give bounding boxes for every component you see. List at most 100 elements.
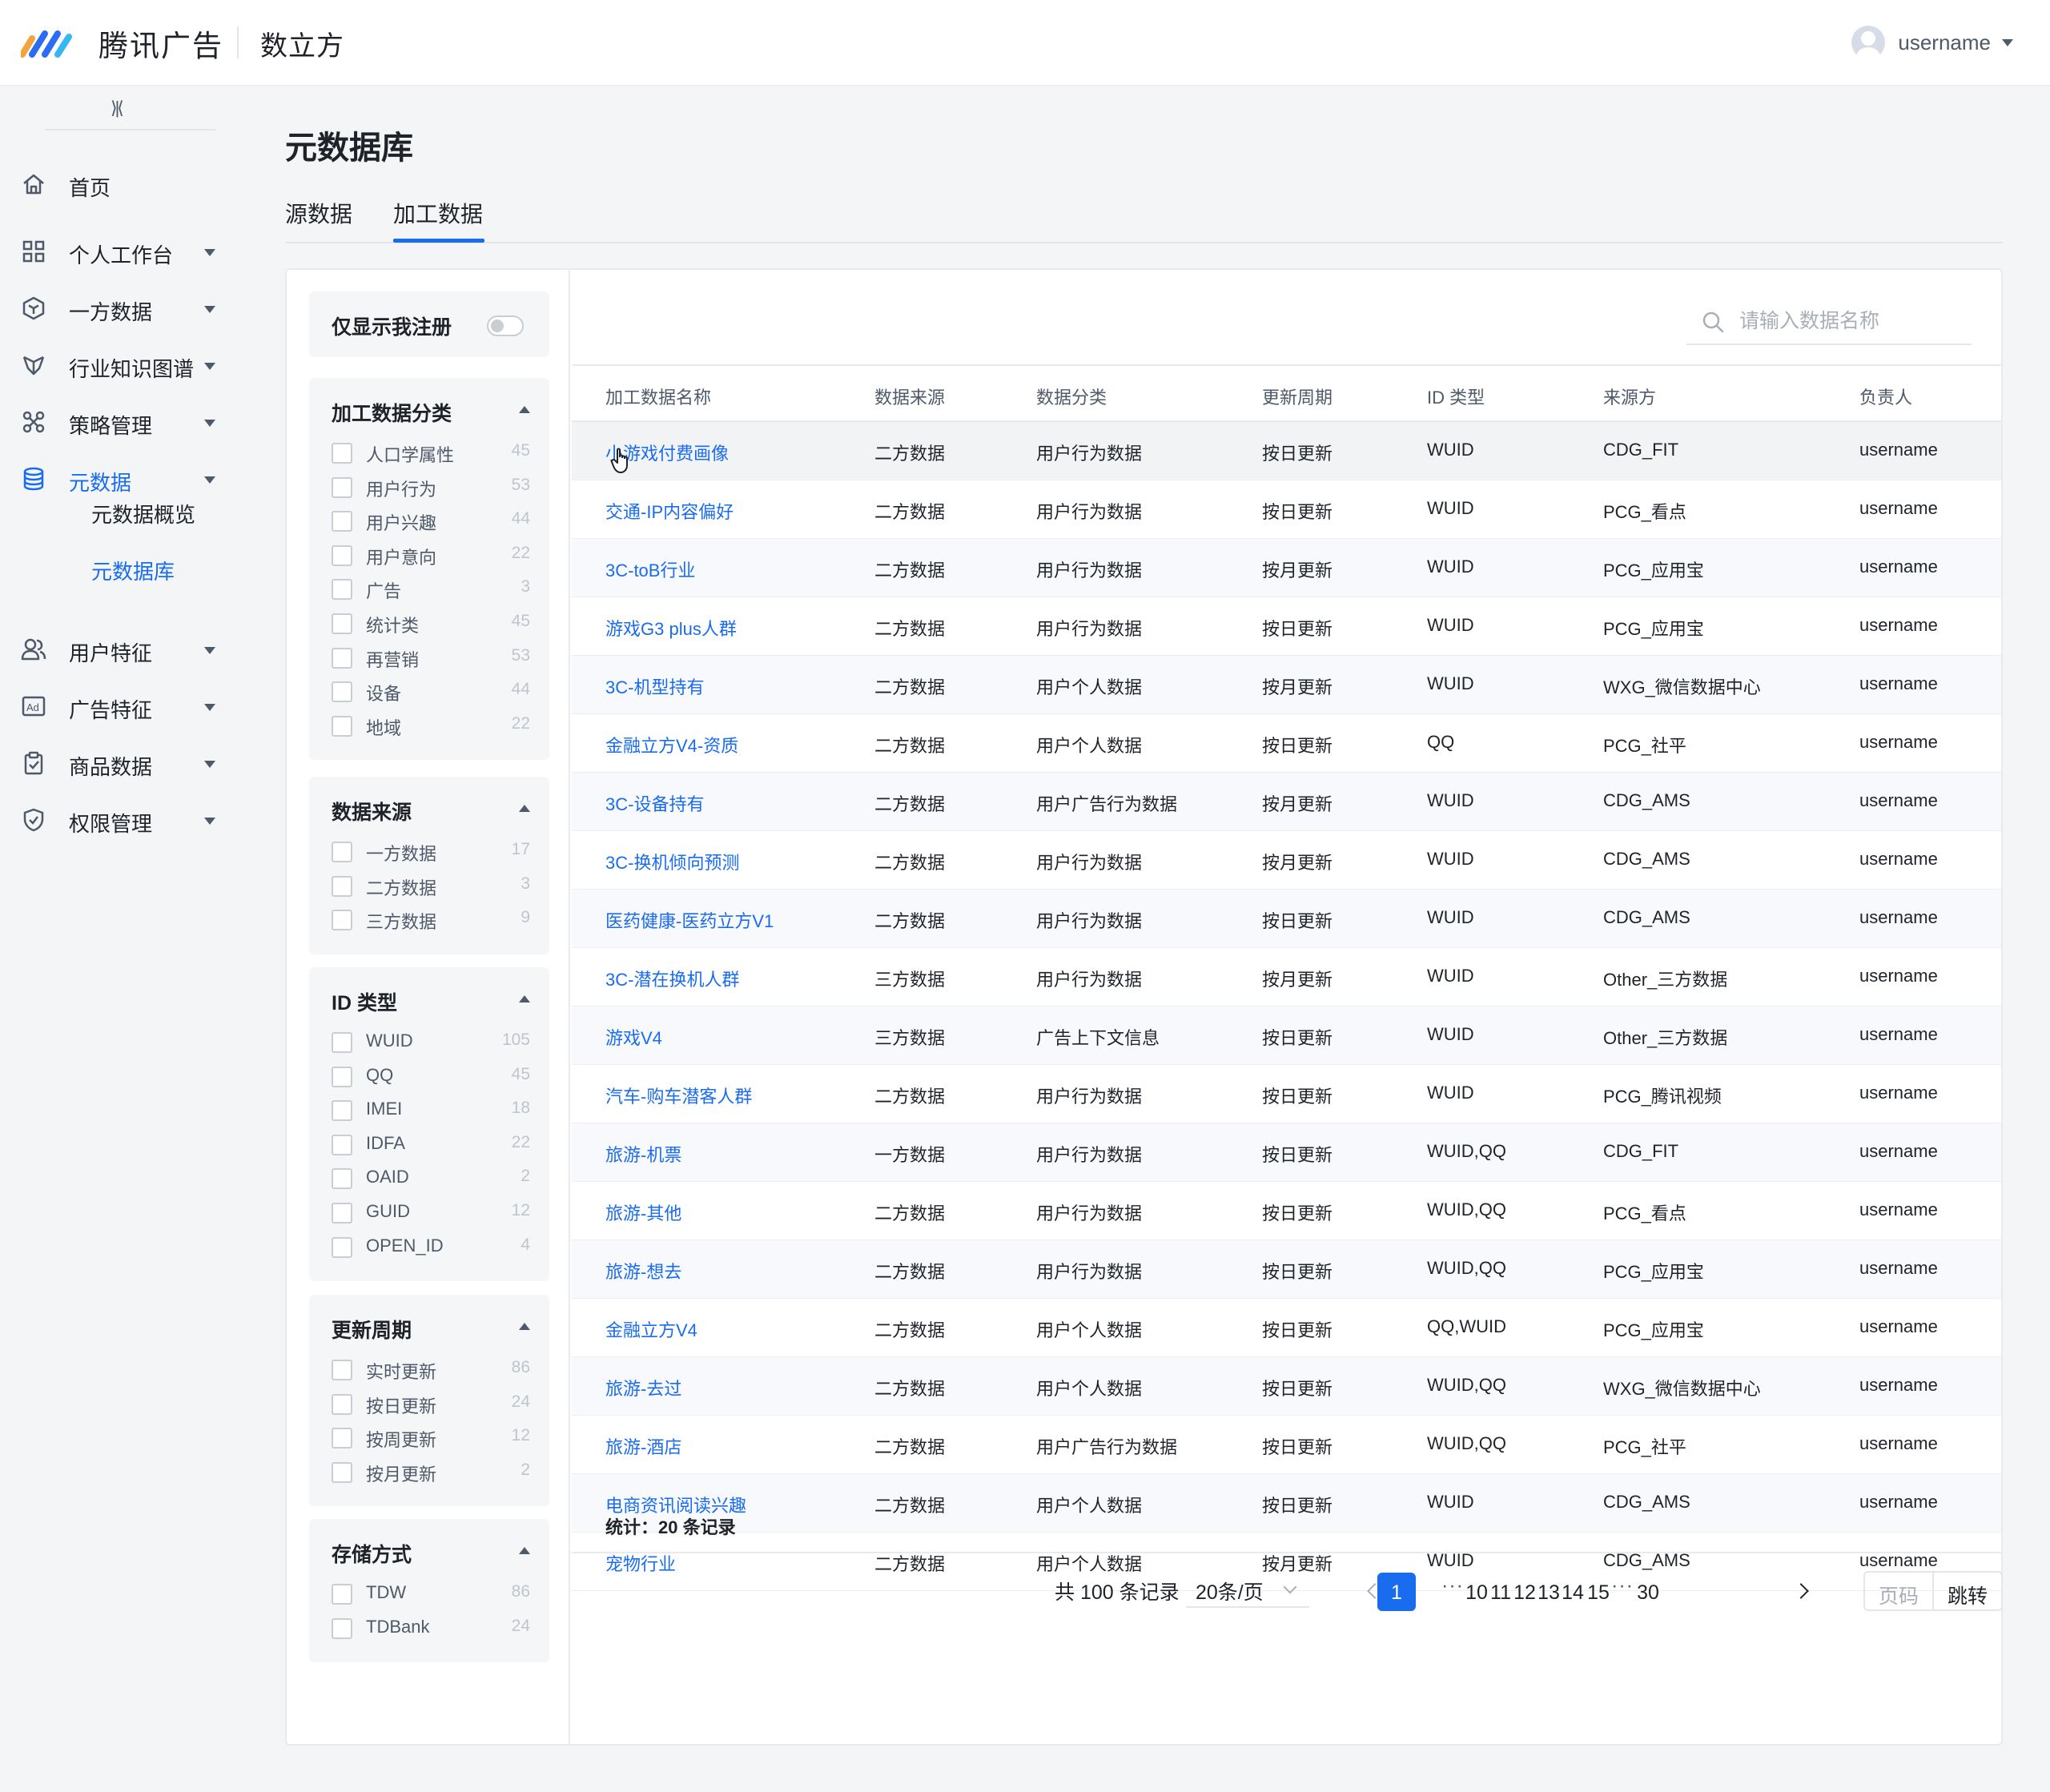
checkbox[interactable] <box>332 716 352 737</box>
filter-group-title[interactable]: 更新周期 <box>332 1315 412 1344</box>
filter-option[interactable]: 按日更新 24 <box>332 1392 530 1416</box>
table-row[interactable]: 3C-机型持有 二方数据 用户个人数据 按月更新 WUID WXG_微信数据中心 usern… <box>572 656 2001 714</box>
checkbox[interactable] <box>332 511 352 532</box>
sidebar-item-knowledge-graph[interactable]: 行业知识图谱 <box>0 341 240 389</box>
table-row[interactable]: 交通-IP内容偏好 二方数据 用户行为数据 按日更新 WUID PCG_看点 usernam… <box>572 480 2001 539</box>
checkbox[interactable] <box>332 876 352 897</box>
filter-option[interactable]: OPEN_ID 4 <box>332 1235 530 1259</box>
filter-group-title[interactable]: 数据来源 <box>332 797 412 826</box>
checkbox[interactable] <box>332 1428 352 1448</box>
table-row[interactable]: 3C-toB行业 二方数据 用户行为数据 按月更新 WUID PCG_应用宝 usernam… <box>572 539 2001 597</box>
filter-option[interactable]: 实时更新 86 <box>332 1357 530 1382</box>
table-row[interactable]: 游戏G3 plus人群 二方数据 用户行为数据 按日更新 WUID PCG_应用宝 user… <box>572 597 2001 656</box>
table-row[interactable]: 小游戏付费画像 二方数据 用户行为数据 按日更新 WUID CDG_FIT username <box>572 422 2001 480</box>
table-row[interactable]: 汽车-购车潜客人群 二方数据 用户行为数据 按日更新 WUID PCG_腾讯视频 usern… <box>572 1065 2001 1123</box>
checkbox[interactable] <box>332 1100 352 1121</box>
table-row[interactable]: 旅游-想去 二方数据 用户行为数据 按日更新 WUID,QQ PCG_应用宝 usernam… <box>572 1240 2001 1299</box>
table-row[interactable]: 3C-换机倾向预测 二方数据 用户行为数据 按月更新 WUID CDG_AMS userna… <box>572 831 2001 890</box>
table-row[interactable]: 旅游-去过 二方数据 用户个人数据 按日更新 WUID,QQ WXG_微信数据中心 user… <box>572 1357 2001 1416</box>
filter-option[interactable]: WUID 105 <box>332 1030 530 1054</box>
page-size-select[interactable]: 20条/页 <box>1186 1571 1309 1608</box>
filter-group-title[interactable]: ID 类型 <box>332 987 397 1016</box>
dataset-name-link[interactable]: 金融立方V4 <box>605 1316 697 1342</box>
sidebar-item-permissions[interactable]: 权限管理 <box>0 796 240 844</box>
checkbox[interactable] <box>332 1135 352 1155</box>
filter-option[interactable]: 一方数据 17 <box>332 839 530 864</box>
filter-option[interactable]: 设备 44 <box>332 679 530 704</box>
checkbox[interactable] <box>332 545 352 566</box>
filter-option[interactable]: 用户兴趣 44 <box>332 508 530 533</box>
sidebar-subitem-metadata-overview[interactable]: 元数据概览 <box>91 499 195 528</box>
filter-option[interactable]: GUID 12 <box>332 1200 530 1224</box>
sidebar-item-user-features[interactable]: 用户特征 <box>0 625 240 673</box>
next-page-icon[interactable] <box>1793 1583 1809 1599</box>
sidebar-item-strategy[interactable]: 策略管理 <box>0 398 240 446</box>
filter-option[interactable]: TDW 86 <box>332 1581 530 1605</box>
checkbox[interactable] <box>332 1394 352 1415</box>
checkbox[interactable] <box>332 1237 352 1258</box>
collapse-icon[interactable]: ⟩|⟨ <box>111 98 124 119</box>
checkbox[interactable] <box>332 443 352 464</box>
filter-option[interactable]: IDFA 22 <box>332 1132 530 1156</box>
checkbox[interactable] <box>332 579 352 600</box>
table-row[interactable]: 金融立方V4-资质 二方数据 用户个人数据 按日更新 QQ PCG_社平 username <box>572 714 2001 773</box>
checkbox[interactable] <box>332 1584 352 1605</box>
page-number[interactable]: 30 <box>1629 1573 1667 1611</box>
dataset-name-link[interactable]: 旅游-想去 <box>605 1258 681 1284</box>
filter-option[interactable]: IMEI 18 <box>332 1098 530 1122</box>
jump-page-input[interactable]: 页码 <box>1863 1571 1934 1611</box>
dataset-name-link[interactable]: 游戏V4 <box>605 1024 662 1050</box>
dataset-name-link[interactable]: 3C-潜在换机人群 <box>605 966 739 991</box>
sidebar-item-first-party[interactable]: 一方数据 <box>0 284 240 332</box>
table-row[interactable]: 金融立方V4 二方数据 用户个人数据 按日更新 QQ,WUID PCG_应用宝 userna… <box>572 1299 2001 1357</box>
checkbox[interactable] <box>332 910 352 930</box>
checkbox[interactable] <box>332 681 352 702</box>
checkbox[interactable] <box>332 1168 352 1189</box>
table-row[interactable]: 游戏V4 三方数据 广告上下文信息 按日更新 WUID Other_三方数据 usernam… <box>572 1006 2001 1065</box>
filter-option[interactable]: 统计类 45 <box>332 611 530 636</box>
filter-option[interactable]: 按月更新 2 <box>332 1460 530 1485</box>
checkbox[interactable] <box>332 613 352 634</box>
checkbox[interactable] <box>332 648 352 669</box>
avatar[interactable] <box>1851 26 1886 59</box>
tab-processed-data[interactable]: 加工数据 <box>393 197 483 229</box>
filter-option[interactable]: OAID 2 <box>332 1166 530 1190</box>
caret-up-icon[interactable] <box>519 995 530 1002</box>
dataset-name-link[interactable]: 交通-IP内容偏好 <box>605 498 734 524</box>
page-number[interactable]: 1 <box>1377 1573 1416 1611</box>
checkbox[interactable] <box>332 842 352 862</box>
my-registered-switch[interactable] <box>487 315 524 336</box>
dataset-name-link[interactable]: 3C-机型持有 <box>605 673 704 699</box>
caret-up-icon[interactable] <box>519 1547 530 1554</box>
dataset-name-link[interactable]: 汽车-购车潜客人群 <box>605 1083 752 1108</box>
table-row[interactable]: 旅游-其他 二方数据 用户行为数据 按日更新 WUID,QQ PCG_看点 username <box>572 1182 2001 1240</box>
caret-up-icon[interactable] <box>519 406 530 413</box>
sidebar-item-product-data[interactable]: 商品数据 <box>0 739 240 787</box>
dataset-name-link[interactable]: 金融立方V4-资质 <box>605 732 738 757</box>
filter-group-title[interactable]: 存储方式 <box>332 1539 412 1568</box>
dataset-name-link[interactable]: 3C-toB行业 <box>605 556 695 582</box>
checkbox[interactable] <box>332 1032 352 1053</box>
jump-button[interactable]: 跳转 <box>1932 1571 2003 1611</box>
sidebar-item-workspace[interactable]: 个人工作台 <box>0 227 240 275</box>
filter-option[interactable]: 二方数据 3 <box>332 874 530 898</box>
tab-source-data[interactable]: 源数据 <box>285 197 352 229</box>
filter-option[interactable]: 地域 22 <box>332 713 530 738</box>
filter-option[interactable]: 三方数据 9 <box>332 907 530 932</box>
search-input[interactable] <box>1739 305 1964 337</box>
filter-option[interactable]: TDBank 24 <box>332 1616 530 1640</box>
user-menu[interactable]: username <box>1851 24 2013 61</box>
filter-option[interactable]: 用户行为 53 <box>332 475 530 500</box>
filter-option[interactable]: 人口学属性 45 <box>332 440 530 465</box>
filter-option[interactable]: 再营销 53 <box>332 645 530 670</box>
checkbox[interactable] <box>332 1203 352 1223</box>
table-row[interactable]: 3C-设备持有 二方数据 用户广告行为数据 按月更新 WUID CDG_AMS userna… <box>572 773 2001 831</box>
filter-option[interactable]: 用户意向 22 <box>332 543 530 568</box>
table-row[interactable]: 旅游-酒店 二方数据 用户广告行为数据 按日更新 WUID,QQ PCG_社平 userna… <box>572 1416 2001 1474</box>
dataset-name-link[interactable]: 3C-换机倾向预测 <box>605 849 739 874</box>
filter-option[interactable]: 广告 3 <box>332 577 530 601</box>
dataset-name-link[interactable]: 3C-设备持有 <box>605 790 704 816</box>
dataset-name-link[interactable]: 旅游-其他 <box>605 1199 681 1225</box>
table-row[interactable]: 3C-潜在换机人群 三方数据 用户行为数据 按月更新 WUID Other_三方数据 use… <box>572 948 2001 1006</box>
table-row[interactable]: 旅游-机票 一方数据 用户行为数据 按日更新 WUID,QQ CDG_FIT usernam… <box>572 1123 2001 1182</box>
